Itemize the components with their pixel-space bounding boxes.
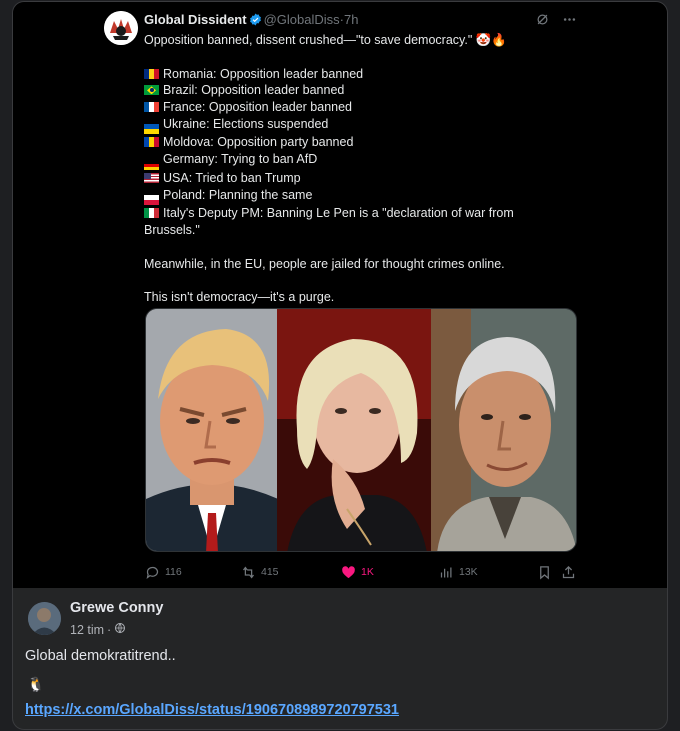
tweet-line-text: France: Opposition leader banned	[163, 100, 353, 115]
flag-fr-icon	[144, 102, 159, 113]
flag-pl-icon	[144, 195, 159, 206]
post-author-name[interactable]: Grewe Conny	[70, 600, 163, 616]
avatar[interactable]	[28, 602, 61, 635]
tweet-line-ua: Ukraine: Elections suspended	[144, 116, 534, 134]
tweet-line-text: Brazil: Opposition leader banned	[163, 83, 345, 98]
post-text: Global demokratitrend..	[25, 648, 176, 664]
tweet-header: Global Dissident @GlobalDiss·7h	[144, 12, 358, 29]
tweet-line-pl: Poland: Planning the same	[144, 187, 534, 206]
heart-icon	[342, 565, 355, 578]
post-link[interactable]: https://x.com/GlobalDiss/status/19067089…	[25, 702, 399, 718]
tweet-line-text: Meanwhile, in the EU, people are jailed …	[144, 256, 505, 271]
tweet-line-text: Poland: Planning the same	[163, 188, 313, 203]
tweet-line-ro: Romania: Opposition leader banned	[144, 66, 534, 83]
tweet-avatar[interactable]	[104, 11, 138, 45]
tweet-line: This isn't democracy—it's a purge.	[144, 289, 534, 306]
embedded-tweet[interactable]: Global Dissident @GlobalDiss·7h Oppositio…	[13, 2, 667, 588]
tweet-line-text: Romania: Opposition leader banned	[163, 66, 364, 81]
tweet-time[interactable]: 7h	[344, 12, 358, 27]
post-meta-separator: ·	[107, 622, 112, 637]
tweet-line-text: This isn't democracy—it's a purge.	[144, 290, 335, 305]
views-count: 13K	[459, 566, 478, 578]
tweet-handle[interactable]: @GlobalDiss	[264, 12, 340, 27]
tweet-line-text: Ukraine: Elections suspended	[163, 116, 329, 131]
photo-panel-middle	[277, 309, 431, 551]
flag-de-icon	[144, 160, 159, 171]
tweet-line-text: Opposition banned, dissent crushed—"to s…	[144, 33, 507, 47]
tweet-actions: 116 415 1K 13K	[145, 563, 577, 581]
repost-button[interactable]: 415	[241, 563, 279, 581]
repost-count: 415	[261, 566, 279, 578]
reply-button[interactable]: 116	[145, 563, 182, 581]
tweet-header-actions	[535, 12, 577, 27]
tweet-line-text: Moldova: Opposition party banned	[163, 134, 354, 149]
repost-icon	[243, 565, 254, 579]
tweet-line-it: Italy's Deputy PM: Banning Le Pen is a "…	[144, 205, 534, 239]
facebook-post-card: Global Dissident @GlobalDiss · 7h Oppositio…	[12, 1, 668, 730]
tweet-line: Meanwhile, in the EU, people are jailed …	[144, 256, 534, 273]
tweet-text: Opposition banned, dissent crushed—"to s…	[144, 32, 534, 306]
tweet-line	[144, 272, 534, 289]
flag-br-icon	[144, 85, 159, 96]
flag-ua-icon	[144, 123, 159, 134]
tweet-line-text: USA: Tried to ban Trump	[163, 171, 301, 186]
reply-count: 116	[165, 566, 182, 578]
reply-icon	[146, 566, 159, 579]
tweet-line-md: Moldova: Opposition party banned	[144, 134, 534, 151]
tweet-line-de: Germany: Trying to ban AfD	[144, 151, 534, 171]
bookmark-icon	[540, 565, 549, 579]
tweet-line-us: USA: Tried to ban Trump	[144, 170, 534, 187]
views-button[interactable]: 13K	[439, 563, 478, 581]
post-meta: 12 tim ·	[70, 622, 126, 637]
tweet-line-br: Brazil: Opposition leader banned	[144, 82, 534, 99]
more-options-icon[interactable]	[562, 12, 577, 27]
globe-icon[interactable]	[114, 622, 126, 637]
photo-panel-right	[430, 309, 576, 551]
share-icon	[562, 565, 575, 578]
tweet-line-fr: France: Opposition leader banned	[144, 99, 534, 116]
post-emoji: 🐧	[27, 676, 45, 692]
flag-us-icon	[144, 173, 159, 184]
flag-ro-icon	[144, 68, 159, 79]
photo-panel-left	[146, 309, 278, 551]
tweet-line-text: Germany: Trying to ban AfD	[163, 151, 318, 166]
tweet-display-name[interactable]: Global Dissident	[144, 12, 247, 27]
views-icon	[440, 567, 452, 577]
tweet-line: Opposition banned, dissent crushed—"to s…	[144, 32, 534, 49]
post-time[interactable]: 12 tim	[70, 623, 104, 637]
flag-it-icon	[144, 208, 159, 219]
grok-icon[interactable]	[535, 12, 550, 27]
tweet-line	[144, 49, 534, 66]
tweet-line	[144, 239, 534, 256]
share-button[interactable]	[561, 563, 576, 581]
bookmark-button[interactable]	[537, 563, 552, 581]
verified-badge-icon	[249, 13, 262, 29]
like-count: 1K	[361, 566, 374, 578]
flag-md-icon	[144, 136, 159, 147]
like-button[interactable]: 1K	[341, 563, 374, 581]
tweet-photo[interactable]	[145, 308, 577, 552]
tweet-line-text: Italy's Deputy PM: Banning Le Pen is a "…	[144, 206, 514, 238]
